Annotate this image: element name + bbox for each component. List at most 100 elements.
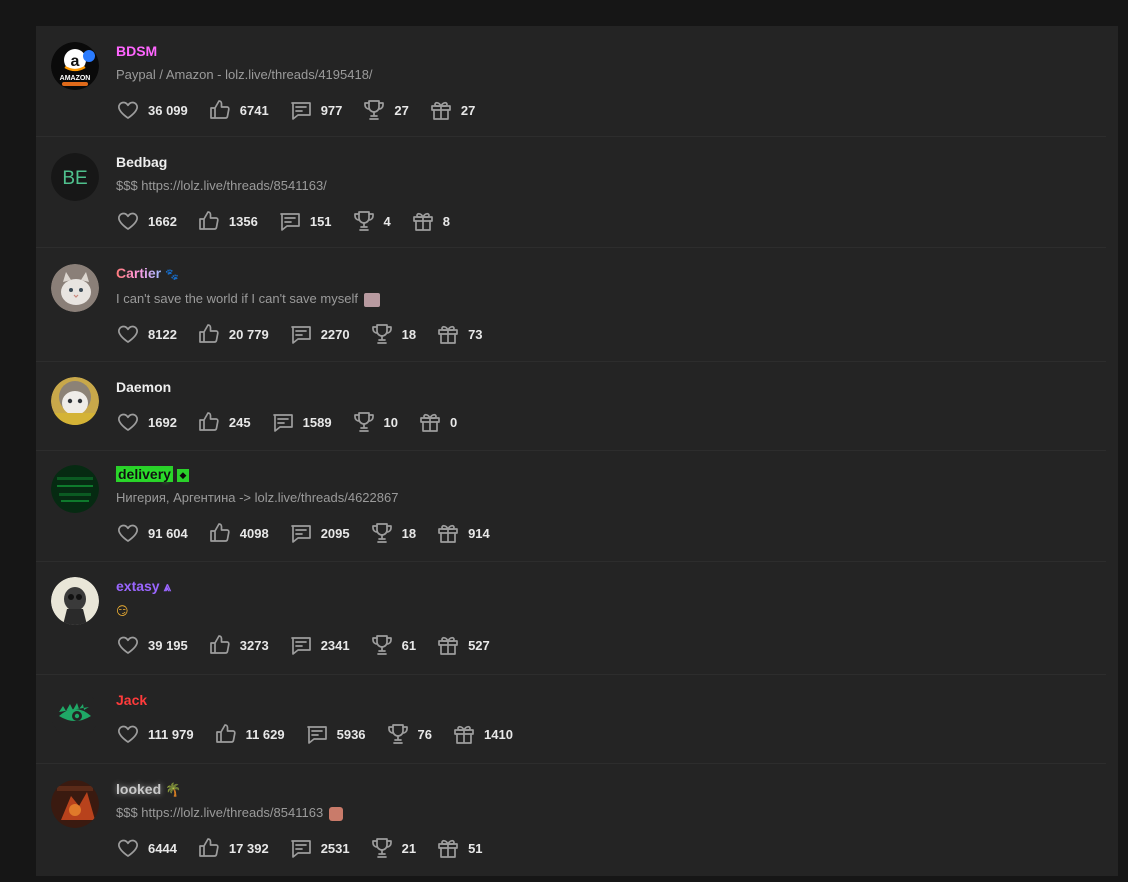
trophies-count: 21	[401, 840, 417, 856]
thumbs-count: 3273	[239, 637, 269, 653]
list-item[interactable]: extasy ⩓ 😏 39 195 3273 2341 61 527	[36, 562, 1106, 675]
gifts-stat: 1410	[452, 722, 513, 746]
heart-icon	[118, 839, 138, 857]
thumbs-count: 6741	[239, 102, 269, 118]
gifts-count: 27	[460, 102, 476, 118]
avatar[interactable]	[51, 465, 99, 513]
username[interactable]: Cartier 🐾	[116, 265, 179, 281]
messages-count: 151	[309, 213, 332, 229]
user-stats: 91 604 4098 2095 18 914	[116, 521, 510, 545]
thumbs-count: 17 392	[228, 840, 269, 856]
gift-icon	[438, 325, 458, 344]
messages-stat: 5936	[305, 722, 366, 746]
gift-icon	[412, 212, 433, 231]
message-icon	[306, 726, 327, 744]
diamond-icon: ◆	[176, 468, 189, 482]
trophies-count: 10	[383, 414, 399, 430]
gifts-stat: 27	[429, 98, 475, 122]
cat-sticker-icon	[363, 292, 380, 307]
user-status: I can't save the world if I can't save m…	[116, 291, 380, 307]
trophies-stat: 4	[352, 209, 391, 233]
username[interactable]: BDSM	[116, 43, 157, 59]
avatar[interactable]	[51, 780, 99, 828]
username[interactable]: looked 🌴	[116, 781, 181, 798]
gifts-stat: 8	[411, 209, 450, 233]
likes-count: 91 604	[148, 525, 188, 541]
messages-count: 977	[320, 102, 343, 118]
avatar[interactable]	[51, 690, 99, 738]
avatar[interactable]: BE	[51, 153, 99, 201]
thumbs-up-icon	[199, 412, 219, 431]
thumbs-stat: 20 779	[197, 322, 269, 346]
trophy-icon	[371, 523, 392, 543]
username[interactable]: delivery ◆	[116, 466, 189, 482]
user-stats: 6444 17 392 2531 21 51	[116, 836, 503, 860]
avatar[interactable]	[51, 264, 99, 312]
messages-stat: 2341	[289, 633, 350, 657]
list-item[interactable]: delivery ◆ Нигерия, Аргентина -> lolz.liv…	[36, 451, 1106, 562]
username[interactable]: extasy ⩓	[116, 578, 171, 595]
avatar[interactable]: a AMAZON	[51, 42, 99, 90]
gifts-count: 914	[468, 525, 490, 541]
user-stats: 39 195 3273 2341 61 527	[116, 633, 510, 657]
list-item[interactable]: BE Bedbag $$$ https://lolz.live/threads/…	[36, 137, 1106, 248]
trophy-icon	[364, 100, 385, 120]
smug-emoji-icon: 😏	[116, 603, 129, 618]
trophy-icon	[387, 724, 408, 744]
messages-stat: 151	[278, 209, 332, 233]
list-item[interactable]: Jack 111 979 11 629 5936 76 1410	[36, 675, 1106, 764]
gifts-stat: 914	[436, 521, 490, 545]
paw-icon: 🐾	[165, 268, 179, 281]
gifts-count: 73	[468, 326, 483, 342]
trophies-stat: 18	[370, 322, 416, 346]
messages-stat: 2095	[289, 521, 350, 545]
user-stats: 1692 245 1589 10 0	[116, 410, 477, 434]
thumbs-stat: 1356	[197, 209, 258, 233]
gifts-stat: 0	[418, 410, 457, 434]
list-item[interactable]: Daemon 1692 245 1589 10 0	[36, 362, 1106, 451]
likes-count: 1692	[148, 414, 177, 430]
gift-icon	[438, 636, 458, 655]
user-status: Нигерия, Аргентина -> lolz.live/threads/…	[116, 490, 399, 505]
username[interactable]: Bedbag	[116, 154, 167, 170]
likes-stat: 39 195	[116, 633, 188, 657]
user-status: $$$ https://lolz.live/threads/8541163/	[116, 178, 327, 193]
status-text: I can't save the world if I can't save m…	[116, 291, 358, 306]
list-item[interactable]: a AMAZON BDSM Paypal / Amazon - lolz.liv…	[36, 26, 1106, 137]
list-item[interactable]: Cartier 🐾 I can't save the world if I can…	[36, 248, 1106, 362]
gifts-count: 8	[442, 213, 451, 229]
palm-tree-icon: 🌴	[165, 782, 182, 798]
user-status: $$$ https://lolz.live/threads/8541163	[116, 805, 344, 821]
trophies-stat: 21	[370, 836, 416, 860]
likes-count: 39 195	[148, 637, 188, 653]
username[interactable]: Jack	[116, 692, 147, 708]
likes-count: 1662	[148, 213, 177, 229]
anime-sticker-icon	[329, 806, 344, 821]
list-item[interactable]: looked 🌴 $$$ https://lolz.live/threads/85…	[36, 764, 1106, 882]
message-icon	[290, 525, 311, 543]
messages-count: 2341	[320, 637, 350, 653]
messages-count: 1589	[302, 414, 332, 430]
user-stats: 111 979 11 629 5936 76 1410	[116, 722, 533, 746]
trophies-stat: 18	[370, 521, 416, 545]
thumbs-up-icon	[199, 324, 219, 343]
avatar[interactable]	[51, 377, 99, 425]
thumbs-up-icon	[209, 523, 230, 542]
gifts-stat: 51	[436, 836, 483, 860]
messages-count: 2095	[320, 525, 350, 541]
trophy-icon	[353, 211, 374, 231]
trophies-stat: 61	[370, 633, 416, 657]
username-text: Cartier	[116, 265, 162, 281]
messages-stat: 2531	[289, 836, 350, 860]
gifts-stat: 527	[436, 633, 490, 657]
username[interactable]: Daemon	[116, 379, 171, 395]
gift-icon	[454, 725, 474, 744]
heart-icon	[118, 325, 138, 343]
likes-count: 8122	[148, 326, 177, 342]
avatar[interactable]	[51, 577, 99, 625]
likes-stat: 91 604	[116, 521, 188, 545]
trophies-count: 61	[401, 637, 417, 653]
user-status: Paypal / Amazon - lolz.live/threads/4195…	[116, 67, 373, 82]
gift-icon	[420, 413, 440, 432]
trophy-icon	[371, 324, 392, 344]
